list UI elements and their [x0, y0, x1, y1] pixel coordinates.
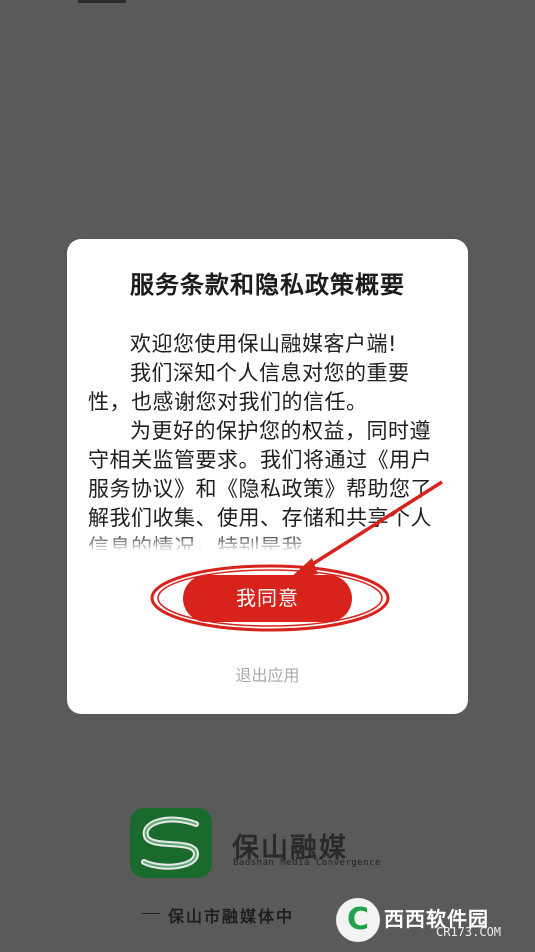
- dialog-title: 服务条款和隐私政策概要: [130, 271, 405, 299]
- watermark-url: CR173.COM: [436, 925, 502, 939]
- status-bar-indicator: [78, 0, 126, 3]
- body-paragraph: 欢迎您使用保山融媒客户端!: [130, 332, 397, 356]
- footer-text: 保山市融媒体中: [168, 907, 295, 926]
- watermark-logo-icon: C: [336, 898, 380, 942]
- brand-logo-icon: [130, 808, 212, 878]
- brand-subtitle: Baoshan Media Convergence: [233, 858, 381, 868]
- body-paragraph: 为更好的保护您的权益，同时遵守相关监管要求。我们将通过《用户服务协议》和《隐私政…: [88, 419, 432, 550]
- footer-divider: [142, 913, 160, 914]
- exit-app-link[interactable]: 退出应用: [0, 662, 535, 686]
- body-paragraph: 我们深知个人信息对您的重要性，也感谢您对我们的信任。: [88, 361, 410, 414]
- agree-button[interactable]: 我同意: [183, 575, 352, 622]
- dialog-body[interactable]: 欢迎您使用保山融媒客户端! 我们深知个人信息对您的重要性，也感谢您对我们的信任。…: [88, 330, 446, 550]
- scroll-fade: [88, 532, 448, 552]
